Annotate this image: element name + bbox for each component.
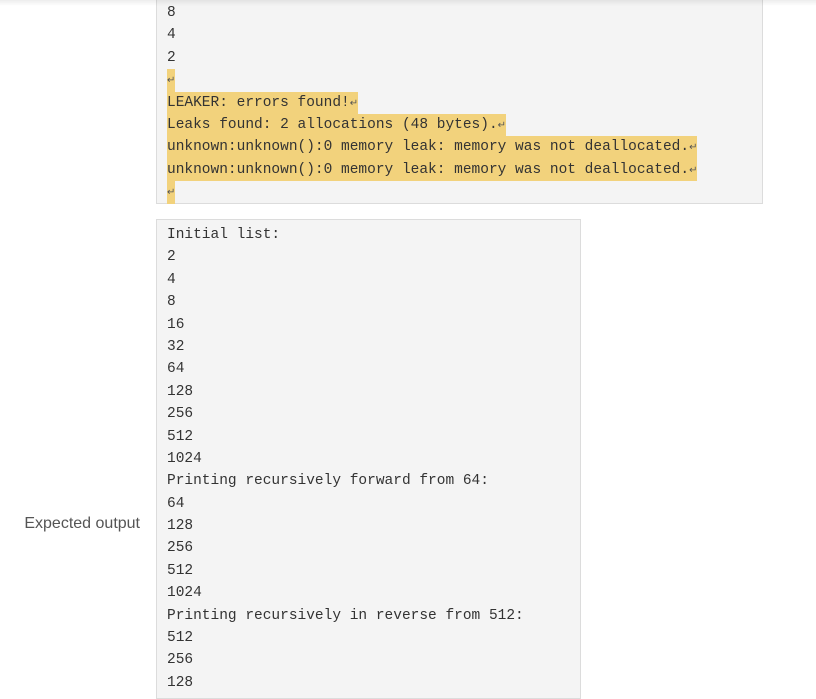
expected-output-line: Printing recursively forward from 64: (167, 473, 489, 490)
highlight: Leaks found: 2 allocations (48 bytes).↵ (167, 113, 507, 137)
diff-highlighted-line: ↵ (167, 181, 697, 204)
expected-output-line: 128 (167, 674, 194, 691)
actual-output-box: 8 4 2 ↵ LEAKER: errors found!↵ Leaks found: 2… (156, 0, 763, 204)
expected-output-lines: Initial list: 2 4 8 16 32 64 128 256 512 1024 Print… (167, 224, 524, 694)
expected-output-line: 256 (167, 652, 194, 669)
highlight: LEAKER: errors found!↵ (167, 91, 359, 114)
expected-output-line: 16 (167, 316, 185, 333)
diff-highlighted-line: Leaks found: 2 allocations (48 bytes).↵ (167, 113, 697, 137)
top-shadow (0, 0, 816, 6)
diff-highlighted-line: ↵ (167, 69, 697, 92)
newline-marker-icon: ↵ (167, 75, 176, 87)
diff-highlighted-line: LEAKER: errors found!↵ (167, 91, 697, 114)
expected-output-line: 64 (167, 361, 185, 378)
expected-output-line: 64 (167, 495, 185, 512)
output-line: 2 (167, 49, 176, 66)
expected-output-line: Printing recursively in reverse from 512… (167, 607, 524, 624)
expected-output-box: Initial list: 2 4 8 16 32 64 128 256 512 1024 Print… (156, 219, 581, 699)
expected-output-line: 128 (167, 383, 194, 400)
line-text: LEAKER: errors found! (167, 94, 350, 111)
highlight: unknown:unknown():0 memory leak: memory … (167, 158, 698, 182)
highlight: ↵ (167, 181, 176, 204)
expected-output-line: 512 (167, 630, 194, 647)
expected-output-line: 512 (167, 562, 194, 579)
expected-output-label: Expected output (24, 515, 140, 532)
newline-marker-icon: ↵ (689, 164, 698, 176)
expected-output-line: 256 (167, 406, 194, 423)
highlight: unknown:unknown():0 memory leak: memory … (167, 136, 698, 159)
line-text: unknown:unknown():0 memory leak: memory … (167, 139, 690, 156)
newline-marker-icon: ↵ (349, 97, 359, 109)
expected-output-line: 1024 (167, 450, 202, 467)
newline-marker-icon: ↵ (689, 142, 698, 154)
expected-output-line: 1024 (167, 585, 202, 602)
line-text: Leaks found: 2 allocations (48 bytes). (167, 116, 498, 133)
expected-output-line: 8 (167, 294, 176, 311)
newline-marker-icon: ↵ (497, 119, 507, 131)
expected-output-line: 2 (167, 249, 176, 266)
expected-output-line: 256 (167, 540, 194, 557)
expected-output-line: Initial list: (167, 227, 281, 243)
diff-highlighted-line: unknown:unknown():0 memory leak: memory … (167, 158, 698, 182)
newline-marker-icon: ↵ (167, 187, 176, 199)
expected-output-line: 4 (167, 271, 176, 288)
actual-output-lines: 8 4 2 ↵ LEAKER: errors found!↵ Leaks found: 2… (167, 2, 698, 204)
expected-output-line: 128 (167, 518, 194, 535)
diff-highlighted-line: unknown:unknown():0 memory leak: memory … (167, 136, 698, 159)
expected-output-line: 32 (167, 338, 185, 355)
line-text: unknown:unknown():0 memory leak: memory … (167, 161, 690, 178)
highlight: ↵ (167, 69, 176, 92)
output-line: 4 (167, 27, 176, 44)
expected-output-line: 512 (167, 428, 194, 445)
